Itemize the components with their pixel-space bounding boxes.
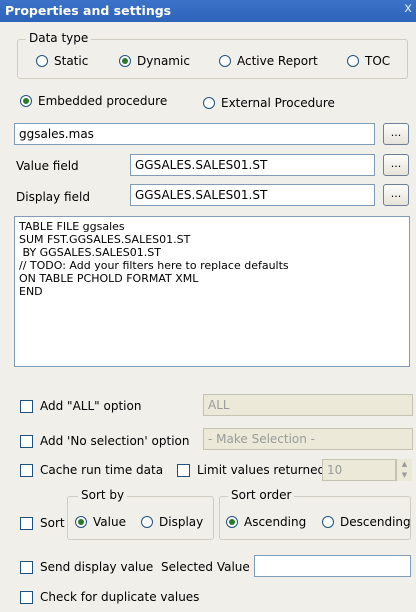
procedure-line: TABLE FILE ggsales — [19, 220, 125, 233]
procedure-line: SUM FST.GGSALES.SALES01.ST — [19, 233, 191, 246]
radio-indicator — [141, 516, 153, 528]
radio-label: Dynamic — [137, 54, 190, 68]
title-bar: Properties and settings x — [0, 0, 416, 22]
radio-indicator — [226, 516, 238, 528]
check-duplicate-values-checkbox[interactable]: Check for duplicate values — [20, 590, 199, 604]
radio-label: Value — [93, 515, 126, 529]
radio-indicator — [36, 55, 48, 67]
display-field-label: Display field — [16, 190, 90, 204]
embedded-procedure-radio[interactable]: Embedded procedure — [20, 94, 167, 108]
radio-indicator — [347, 55, 359, 67]
value-field-input[interactable]: GGSALES.SALES01.ST — [130, 154, 375, 176]
procedure-line: END — [19, 285, 43, 298]
radio-indicator — [20, 95, 32, 107]
radio-label: Display — [159, 515, 204, 529]
sort-order-descending-radio[interactable]: Descending — [322, 515, 411, 529]
radio-label: Descending — [340, 515, 411, 529]
sort-by-legend: Sort by — [78, 488, 128, 502]
radio-indicator — [219, 55, 231, 67]
display-field-input[interactable]: GGSALES.SALES01.ST — [130, 184, 375, 206]
checkbox-box — [20, 399, 33, 413]
no-selection-value-input[interactable]: - Make Selection - — [203, 428, 413, 450]
checkbox-label: Cache run time data — [40, 463, 164, 477]
spin-up-icon[interactable]: ▲ — [397, 459, 412, 470]
all-option-value-input[interactable]: ALL — [203, 394, 413, 416]
checkbox-label: Check for duplicate values — [40, 590, 200, 604]
procedure-text-area[interactable]: TABLE FILE ggsales SUM FST.GGSALES.SALES… — [14, 216, 410, 367]
radio-label: Ascending — [244, 515, 307, 529]
checkbox-label: Add "ALL" option — [40, 399, 142, 413]
sort-by-value-radio[interactable]: Value — [75, 515, 126, 529]
procedure-line: // TODO: Add your filters here to replac… — [19, 259, 289, 272]
radio-indicator — [322, 516, 334, 528]
limit-values-spinner[interactable]: ▲ ▼ — [396, 459, 412, 481]
checkbox-box — [20, 463, 33, 477]
close-icon[interactable]: x — [404, 1, 412, 16]
checkbox-label: Sort — [40, 516, 65, 530]
window-title: Properties and settings — [5, 3, 172, 18]
sort-order-ascending-radio[interactable]: Ascending — [226, 515, 306, 529]
data-type-dynamic-radio[interactable]: Dynamic — [119, 54, 190, 68]
checkbox-box — [20, 516, 33, 530]
sort-checkbox[interactable]: Sort — [20, 516, 65, 530]
radio-indicator — [203, 97, 215, 109]
checkbox-box — [20, 434, 33, 448]
limit-values-returned-checkbox[interactable]: Limit values returned — [177, 463, 325, 477]
sort-by-display-radio[interactable]: Display — [141, 515, 203, 529]
radio-label: External Procedure — [221, 96, 335, 110]
add-all-option-checkbox[interactable]: Add "ALL" option — [20, 399, 141, 413]
send-display-value-checkbox[interactable]: Send display value — [20, 560, 153, 574]
procedure-file-input[interactable]: ggsales.mas — [14, 123, 375, 145]
value-field-browse-button[interactable]: ... — [383, 154, 409, 176]
checkbox-label: Limit values returned — [197, 463, 326, 477]
sort-order-legend: Sort order — [228, 488, 295, 502]
radio-label: Embedded procedure — [38, 94, 168, 108]
radio-label: Static — [54, 54, 89, 68]
spin-down-icon[interactable]: ▼ — [397, 470, 412, 481]
procedure-line: BY GGSALES.SALES01.ST — [19, 246, 161, 259]
add-no-selection-checkbox[interactable]: Add 'No selection' option — [20, 434, 189, 448]
radio-label: Active Report — [237, 54, 318, 68]
selected-value-input[interactable] — [254, 555, 411, 577]
radio-indicator — [119, 55, 131, 67]
limit-values-input[interactable]: 10 — [322, 459, 396, 481]
data-type-toc-radio[interactable]: TOC — [347, 54, 390, 68]
procedure-file-browse-button[interactable]: ... — [383, 123, 409, 145]
checkbox-label: Send display value — [40, 560, 154, 574]
value-field-label: Value field — [16, 159, 79, 173]
checkbox-label: Add 'No selection' option — [40, 434, 190, 448]
radio-label: TOC — [365, 54, 391, 68]
checkbox-box — [20, 590, 33, 604]
external-procedure-radio[interactable]: External Procedure — [203, 96, 335, 110]
radio-indicator — [75, 516, 87, 528]
data-type-static-radio[interactable]: Static — [36, 54, 88, 68]
display-field-browse-button[interactable]: ... — [383, 184, 409, 206]
checkbox-box — [177, 463, 190, 477]
data-type-legend: Data type — [26, 31, 92, 45]
cache-run-time-data-checkbox[interactable]: Cache run time data — [20, 463, 163, 477]
checkbox-box — [20, 560, 33, 574]
data-type-active-report-radio[interactable]: Active Report — [219, 54, 318, 68]
procedure-line: ON TABLE PCHOLD FORMAT XML — [19, 272, 199, 285]
selected-value-label: Selected Value — [161, 560, 250, 574]
